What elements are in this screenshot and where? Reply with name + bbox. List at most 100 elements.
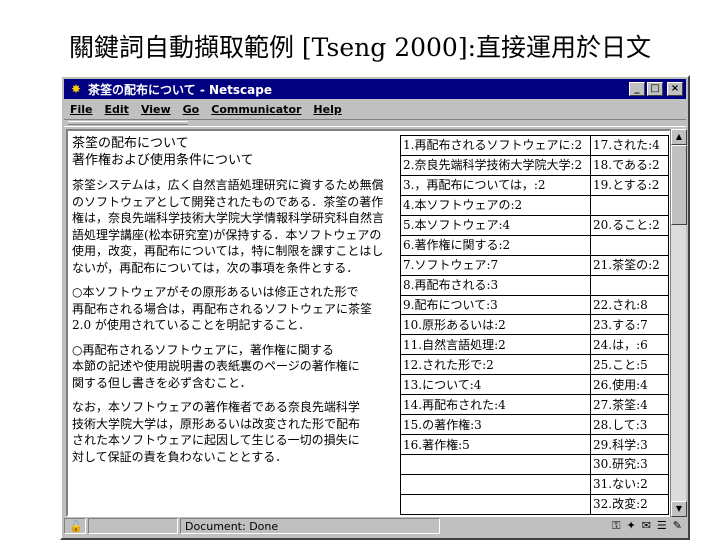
phrase-cell: 15.の著作権:3 [400, 414, 591, 436]
term-cell: 17.された:4 [590, 135, 669, 156]
mail-icon[interactable]: ✉ [642, 519, 651, 533]
keyword-results-table: 1.再配布されるソフトウェアに:2 17.された:4 2.奈良先端科学技術大学院大学… [400, 135, 669, 515]
doc-line: 使用，改変，再配布については，特に制限を課すことはし [72, 244, 384, 258]
menu-bar: File Edit View Go Communicator Help [64, 100, 686, 118]
table-row: 6.著作権に関する:2 [400, 234, 669, 256]
menu-go[interactable]: Go [177, 103, 206, 116]
close-button[interactable]: × [667, 82, 683, 96]
doc-line: のソフトウェアとして開発されたものである．茶筌の著作 [72, 194, 384, 209]
menu-view[interactable]: View [135, 103, 177, 116]
phrase-cell: 9.配布について:3 [400, 294, 591, 316]
minimize-button[interactable]: _ [629, 82, 645, 96]
term-cell: 30.研究:3 [590, 454, 669, 475]
collapsed-toolbar[interactable] [64, 119, 686, 127]
phrase-cell: 12.された形で:2 [400, 354, 591, 376]
maximize-button[interactable]: □ [647, 82, 663, 96]
slide-title: 關鍵詞自動擷取範例 [Tseng 2000]:直接運用於日文 [68, 33, 652, 62]
table-row: 5.本ソフトウェア:4 20.ること:2 [400, 214, 669, 236]
browser-window: ✸ 茶筌の配布について - Netscape _ □ × File Edit V… [60, 75, 690, 540]
scroll-thumb[interactable] [671, 145, 687, 225]
phrase-cell [400, 454, 591, 475]
scroll-up-button[interactable]: ▲ [671, 129, 687, 145]
phrase-cell: 8.再配布される:3 [400, 274, 591, 296]
doc-paragraph: なお，本ソフトウェアの著作権者である奈良先端科学 技術大学院大学は，原形あるいは… [72, 399, 402, 465]
table-row: 32.改変:2 [400, 493, 669, 515]
table-row: 14.再配布された:4 27.茶筌:4 [400, 394, 669, 416]
doc-line: された本ソフトウェアに起因して生じる一切の損失に [72, 433, 360, 447]
vertical-scrollbar[interactable]: ▲ ▼ [670, 129, 687, 517]
phrase-cell: 10.原形あるいは:2 [400, 314, 591, 336]
scroll-down-button[interactable]: ▼ [671, 501, 687, 517]
menu-communicator[interactable]: Communicator [205, 103, 307, 116]
doc-paragraph: ○本ソフトウェアがその原形あるいは修正された形で 再配布される場合は，再配布され… [72, 284, 402, 334]
component-icon[interactable]: ✦ [626, 519, 635, 533]
menu-edit[interactable]: Edit [99, 103, 135, 116]
doc-line: ○本ソフトウェアがその原形あるいは修正された形で [72, 285, 359, 299]
doc-line: 語処理学講座(松本研究室)が保持する．本ソフトウェアの [72, 227, 382, 242]
term-cell: 27.茶筌:4 [590, 394, 669, 416]
table-row: 10.原形あるいは:2 23.する:7 [400, 314, 669, 336]
page-content: 茶筌の配布について 著作権および使用条件について 茶筌システムは，広く自然言語処… [66, 129, 671, 517]
table-row: 31.ない:2 [400, 473, 669, 495]
results-body: 1.再配布されるソフトウェアに:2 17.された:4 2.奈良先端科学技術大学院大学… [400, 135, 669, 515]
term-cell: 25.こと:5 [590, 354, 669, 376]
doc-paragraph: ○再配布されるソフトウェアに，著作権に関する 本節の記述や使用説明書の表紙裏のペ… [72, 342, 402, 392]
table-row: 15.の著作権:3 28.して:3 [400, 414, 669, 436]
term-cell: 22.され:8 [590, 294, 669, 316]
term-cell: 18.である:2 [590, 154, 669, 176]
term-cell: 21.茶筌の:2 [590, 254, 669, 276]
term-cell: 32.改変:2 [590, 493, 669, 515]
padlock-icon: 🔓 [69, 519, 83, 533]
doc-line: 対して保証の責を負わないこととする． [72, 449, 288, 464]
table-row: 11.自然言語処理:2 24.は，:6 [400, 334, 669, 356]
doc-line: 再配布される場合は，再配布されるソフトウェアに茶筌 [72, 301, 373, 316]
doc-line: 関する但し書きを必ず含むこと． [72, 375, 252, 390]
term-cell: 23.する:7 [590, 314, 669, 336]
table-row: 30.研究:3 [400, 454, 669, 475]
phrase-cell: 6.著作権に関する:2 [400, 234, 591, 256]
term-cell [590, 194, 669, 216]
status-text: Document: Done [185, 519, 279, 533]
phrase-cell: 1.再配布されるソフトウェアに:2 [400, 135, 591, 156]
document-pane: 茶筌の配布について 著作権および使用条件について 茶筌システムは，広く自然言語処… [72, 135, 402, 515]
phrase-cell: 7.ソフトウェア:7 [400, 254, 591, 276]
menu-file[interactable]: File [64, 103, 99, 116]
toolbar-grip[interactable] [68, 121, 188, 125]
table-row: 2.奈良先端科学技術大学院大学:2 18.である:2 [400, 154, 669, 176]
term-cell: 20.ること:2 [590, 214, 669, 236]
phrase-cell: 3.，再配布については，:2 [400, 174, 591, 196]
doc-line: なお，本ソフトウェアの著作権者である奈良先端科学 [72, 400, 360, 414]
phrase-cell: 2.奈良先端科学技術大学院大学:2 [400, 154, 591, 176]
phrase-cell: 13.について:4 [400, 374, 591, 396]
table-row: 1.再配布されるソフトウェアに:2 17.された:4 [400, 135, 669, 156]
phrase-cell: 16.著作権:5 [400, 434, 591, 455]
security-lock-cell[interactable]: 🔓 [64, 518, 86, 534]
window-titlebar[interactable]: ✸ 茶筌の配布について - Netscape _ □ × [64, 79, 686, 99]
composer-icon[interactable]: ✎ [673, 519, 682, 533]
term-cell: 31.ない:2 [590, 473, 669, 495]
doc-heading: 茶筌の配布について [72, 136, 189, 151]
term-cell [590, 234, 669, 256]
phrase-cell [400, 473, 591, 495]
table-row: 9.配布について:3 22.され:8 [400, 294, 669, 316]
doc-subheading: 著作権および使用条件について [72, 153, 254, 168]
table-row: 8.再配布される:3 [400, 274, 669, 296]
doc-line: 技術大学院大学は，原形あるいは改変された形で配布 [72, 416, 361, 431]
doc-line: 茶筌システムは，広く自然言語処理研究に資するため無償 [72, 178, 384, 192]
discussion-icon[interactable]: ☰ [657, 519, 667, 533]
doc-line: 2.0 が使用されていることを明記すること． [72, 318, 311, 332]
netscape-app-icon: ✸ [70, 82, 82, 96]
table-row: 13.について:4 26.使用:4 [400, 374, 669, 396]
doc-line: ○再配布されるソフトウェアに，著作権に関する [72, 342, 334, 357]
phrase-cell: 11.自然言語処理:2 [400, 334, 591, 356]
security-icon[interactable]: ⚿ [612, 519, 620, 533]
term-cell: 29.科学:3 [590, 434, 669, 455]
status-bar: 🔓 Document: Done ⚿ ✦ ✉ ☰ ✎ [64, 516, 686, 536]
term-cell: 26.使用:4 [590, 374, 669, 396]
table-row: 16.著作権:5 29.科学:3 [400, 434, 669, 455]
menu-help[interactable]: Help [307, 103, 347, 116]
phrase-cell: 14.再配布された:4 [400, 394, 591, 416]
phrase-cell [400, 493, 591, 515]
progress-cell [88, 518, 178, 534]
phrase-cell: 5.本ソフトウェア:4 [400, 214, 591, 236]
